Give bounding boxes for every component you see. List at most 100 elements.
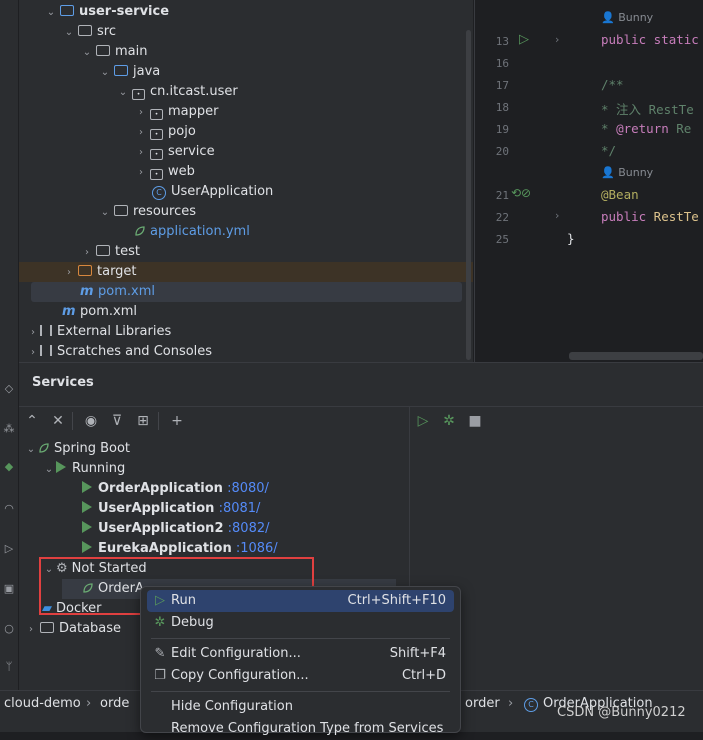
toolbar-separator	[72, 412, 73, 430]
services-toolbar-divider	[19, 406, 703, 407]
chevron-right-icon: ›	[139, 127, 143, 138]
tree-item-external-libraries[interactable]: › External Libraries	[26, 322, 171, 342]
database-icon	[40, 622, 54, 633]
chevron-right-icon: ›	[85, 247, 89, 258]
tree-item-pom-selected[interactable]: m pom.xml	[80, 282, 155, 302]
problems-icon[interactable]: ○	[2, 622, 16, 636]
folder-icon	[96, 245, 110, 256]
code-line: }	[567, 231, 575, 246]
terminal-icon[interactable]: ▣	[2, 582, 16, 596]
chevron-right-icon: ›	[31, 347, 35, 358]
spring-class-icon: C	[152, 186, 166, 200]
library-icon	[40, 325, 52, 336]
menu-item-debug[interactable]: ✲ Debug	[147, 612, 454, 634]
tree-item-user-service[interactable]: ⌄ user-service	[44, 2, 169, 22]
author-hint: 👤 Bunny	[601, 11, 654, 24]
line-number: 25	[495, 233, 509, 246]
chevron-down-icon: ⌄	[118, 87, 128, 98]
chevron-right-icon: ›	[31, 327, 35, 338]
line-number: 22	[495, 211, 509, 224]
run-gutter-icon[interactable]: ▷	[519, 32, 529, 47]
package-icon: •	[150, 169, 163, 180]
package-icon: •	[150, 109, 163, 120]
tree-item-package[interactable]: ⌄ • cn.itcast.user	[116, 82, 238, 102]
tree-item-root-pom[interactable]: m pom.xml	[62, 302, 137, 322]
menu-item-remove-configuration-type[interactable]: Remove Configuration Type from Services	[147, 718, 454, 740]
tree-item-mapper[interactable]: › • mapper	[134, 102, 218, 122]
add-service-icon[interactable]: +	[168, 412, 186, 430]
code-line: public RestTe	[601, 209, 699, 224]
tree-item-pojo[interactable]: › • pojo	[134, 122, 196, 142]
chevron-right-icon: ›	[139, 107, 143, 118]
tree-item-src[interactable]: ⌄ src	[62, 22, 116, 42]
collapse-all-icon[interactable]: ✕	[49, 412, 67, 430]
code-line: /**	[601, 77, 624, 92]
fold-icon[interactable]: ›	[555, 33, 559, 46]
structure-icon[interactable]: ◇	[2, 382, 16, 396]
breadcrumb-cloud-demo[interactable]: cloud-demo	[4, 696, 81, 711]
service-node-spring-boot[interactable]: ⌄ Spring Boot	[24, 439, 130, 459]
menu-item-run[interactable]: ▷ Run Ctrl+Shift+F10	[147, 590, 454, 612]
menu-item-edit-configuration[interactable]: ✎ Edit Configuration... Shift+F4	[147, 643, 454, 665]
editor-scrollbar[interactable]	[569, 352, 703, 360]
tree-item-target[interactable]: › target	[62, 262, 137, 282]
debug-icon[interactable]: ✲	[440, 412, 458, 430]
service-item-order-application[interactable]: OrderApplication :8080/	[82, 479, 269, 499]
bean-gutter-icon[interactable]: ⟲⊘	[511, 186, 531, 200]
package-icon: •	[150, 149, 163, 160]
spring-leaf-icon	[135, 226, 145, 236]
tree-item-user-application[interactable]: C UserApplication	[152, 182, 273, 202]
line-number: 18	[495, 101, 509, 114]
running-app-icon	[82, 541, 92, 553]
port-link[interactable]: :8080/	[227, 481, 269, 496]
services-icon[interactable]: ◆	[2, 460, 16, 474]
view-options-icon[interactable]: ◉	[82, 412, 100, 430]
menu-item-hide-configuration[interactable]: Hide Configuration	[147, 696, 454, 718]
project-scrollbar[interactable]	[466, 30, 471, 360]
git-icon[interactable]: ᛘ	[2, 660, 16, 674]
filter-icon[interactable]: ⊽	[108, 412, 126, 430]
toolbar-separator	[158, 412, 159, 430]
tree-item-test[interactable]: › test	[80, 242, 140, 262]
code-line: public static	[601, 32, 699, 47]
service-item-user-application2[interactable]: UserApplication2 :8082/	[82, 519, 269, 539]
expand-all-icon[interactable]: ⌃	[23, 412, 41, 430]
service-node-running[interactable]: ⌄ Running	[42, 459, 125, 479]
menu-separator	[151, 691, 450, 692]
code-line: */	[601, 143, 617, 158]
chevron-down-icon: ⌄	[100, 207, 110, 218]
chevron-right-icon: ›	[67, 267, 71, 278]
stop-icon[interactable]: ■	[466, 412, 484, 430]
tree-item-scratches[interactable]: › Scratches and Consoles	[26, 342, 212, 362]
service-item-eureka-application[interactable]: EurekaApplication :1086/	[82, 539, 278, 559]
maven-icon: m	[80, 284, 94, 299]
fold-icon[interactable]: ›	[555, 209, 559, 222]
port-link[interactable]: :1086/	[236, 541, 278, 556]
code-line: * @return Re	[601, 121, 692, 136]
new-tab-icon[interactable]: ⊞	[134, 412, 152, 430]
menu-separator	[151, 638, 450, 639]
run-icon[interactable]: ▷	[414, 412, 432, 430]
tree-item-service[interactable]: › • service	[134, 142, 215, 162]
tool-window-strip: ◇ ⁂ ◆ ◠ ▷ ▣ ○ ᛘ	[0, 0, 19, 690]
chevron-down-icon: ⌄	[44, 464, 54, 475]
service-node-database[interactable]: › Database	[24, 619, 121, 639]
breadcrumb-order-module[interactable]: orde	[100, 696, 129, 711]
tree-item-resources[interactable]: ⌄ resources	[98, 202, 196, 222]
endpoints-icon[interactable]: ◠	[2, 502, 16, 516]
code-editor[interactable]: 👤 Bunny 13 ▷ › public static 16 17 /** 1…	[474, 0, 703, 362]
run-tool-icon[interactable]: ▷	[2, 542, 16, 556]
run-icon: ▷	[155, 593, 165, 608]
plugins-icon[interactable]: ⁂	[2, 422, 16, 436]
running-icon	[56, 461, 66, 473]
tree-item-main[interactable]: ⌄ main	[80, 42, 148, 62]
line-number: 13	[495, 35, 509, 48]
tree-item-web[interactable]: › • web	[134, 162, 195, 182]
tree-item-java[interactable]: ⌄ java	[98, 62, 160, 82]
port-link[interactable]: :8082/	[228, 521, 270, 536]
menu-item-copy-configuration[interactable]: ❐ Copy Configuration... Ctrl+D	[147, 665, 454, 687]
tree-item-application-yml[interactable]: application.yml	[134, 222, 250, 242]
port-link[interactable]: :8081/	[219, 501, 261, 516]
service-item-user-application[interactable]: UserApplication :8081/	[82, 499, 260, 519]
breadcrumb-order[interactable]: order	[465, 696, 500, 711]
